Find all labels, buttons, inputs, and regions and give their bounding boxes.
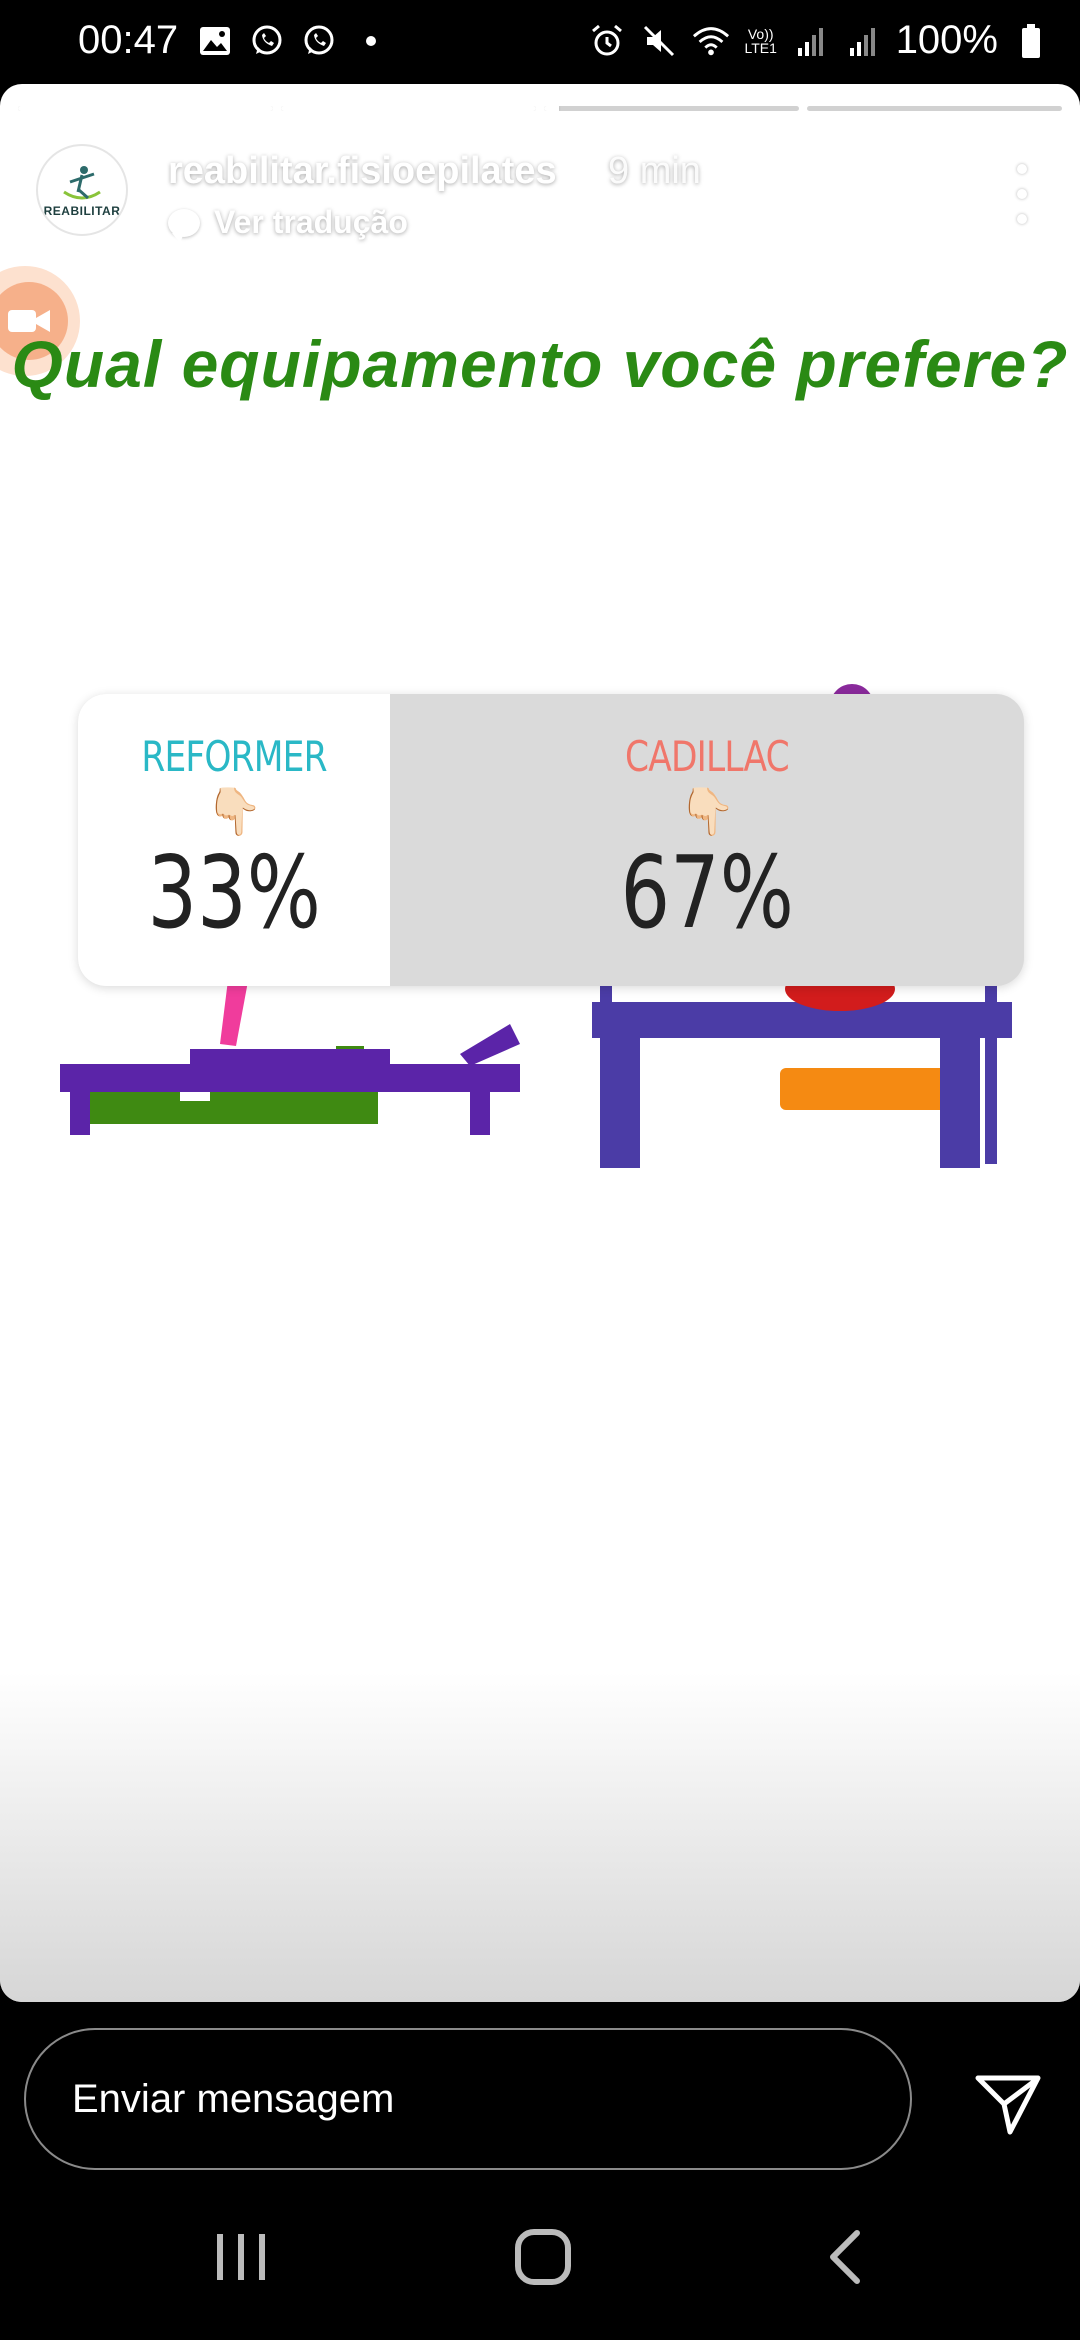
signal-icon — [792, 22, 830, 60]
progress-fill — [544, 106, 560, 111]
more-dot — [1017, 164, 1027, 174]
message-bar: Enviar mensagem — [0, 2002, 1080, 2172]
whatsapp-icon — [248, 22, 286, 60]
send-icon[interactable] — [972, 2068, 1044, 2140]
logo-figure-icon — [63, 166, 101, 200]
home-button[interactable] — [498, 2212, 588, 2302]
battery-icon — [1012, 22, 1050, 60]
poll-option-percent: 33% — [147, 834, 321, 951]
progress-fill — [281, 106, 536, 111]
poll-question: Qual equipamento você prefere? — [11, 327, 1069, 401]
recents-button[interactable] — [196, 2212, 286, 2302]
status-time: 00:47 — [78, 18, 179, 62]
progress-segment — [18, 106, 273, 111]
username[interactable]: reabilitar.fisioepilates — [168, 150, 557, 193]
avatar[interactable]: REABILITAR — [36, 144, 128, 236]
notification-icons — [196, 22, 390, 60]
mute-icon — [640, 22, 678, 60]
progress-segment — [544, 106, 799, 111]
home-icon — [515, 2229, 571, 2285]
dot-icon — [352, 22, 390, 60]
status-bar: 00:47 Vo)) LTE1 100% — [0, 0, 1080, 84]
back-button[interactable] — [800, 2212, 890, 2302]
story-viewer[interactable]: REABILITAR reabilitar.fisioepilates 9 mi… — [0, 84, 1080, 2002]
poll-sticker[interactable]: REFORMER 👇🏻 33% CADILLAC 👇🏻 67% — [78, 694, 1024, 986]
translate-bubble-icon — [168, 208, 200, 243]
post-time: 9 min — [608, 150, 701, 192]
story-progress — [18, 106, 1062, 111]
whatsapp-icon — [300, 22, 338, 60]
poll-option-label: CADILLAC — [625, 732, 790, 781]
poll-option-cadillac[interactable]: CADILLAC 👇🏻 67% — [390, 694, 1024, 986]
more-options-button[interactable] — [1000, 154, 1044, 234]
poll-option-label: REFORMER — [141, 732, 327, 781]
pointing-down-icon: 👇🏻 — [205, 785, 263, 837]
pointing-down-icon: 👇🏻 — [678, 785, 736, 837]
poll-option-reformer[interactable]: REFORMER 👇🏻 33% — [78, 694, 391, 986]
system-nav-bar — [0, 2172, 1080, 2340]
translate-label: Ver tradução — [214, 204, 408, 240]
system-icons: Vo)) LTE1 100% — [588, 18, 1050, 63]
poll-option-percent: 67% — [620, 834, 794, 951]
more-dot — [1017, 189, 1027, 199]
progress-fill — [18, 106, 273, 111]
story-header: REABILITAR reabilitar.fisioepilates 9 mi… — [36, 140, 1044, 250]
message-placeholder: Enviar mensagem — [72, 2076, 395, 2121]
wifi-icon — [692, 22, 730, 60]
translate-button[interactable]: Ver tradução — [168, 204, 408, 243]
alarm-icon — [588, 22, 626, 60]
avatar-brand: REABILITAR — [43, 204, 121, 218]
progress-segment — [281, 106, 536, 111]
progress-segment — [807, 106, 1062, 111]
gallery-icon — [196, 22, 234, 60]
recents-icon — [217, 2234, 265, 2280]
battery-percent: 100% — [895, 18, 998, 62]
more-dot — [1017, 214, 1027, 224]
volte-icon: Vo)) LTE1 — [744, 25, 777, 56]
signal-icon — [844, 22, 882, 60]
send-message-input[interactable]: Enviar mensagem — [24, 2028, 912, 2170]
back-icon — [830, 2230, 860, 2284]
story-bottom-fade — [0, 1672, 1080, 2002]
